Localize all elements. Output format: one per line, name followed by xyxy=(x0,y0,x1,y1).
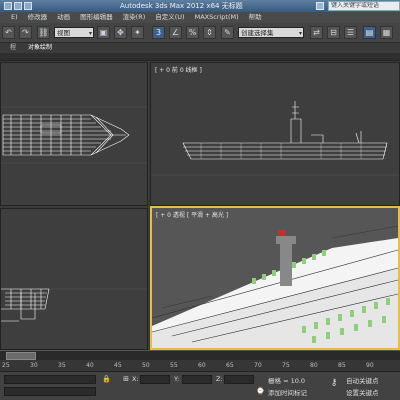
timeline-tick: 90 xyxy=(366,362,374,369)
select-link-icon[interactable]: ⛓ xyxy=(37,26,50,39)
timeline-tick: 60 xyxy=(198,362,206,369)
y-coordinate-field[interactable] xyxy=(182,375,212,384)
snap-dimension-label: 3 xyxy=(155,28,162,37)
select-move-icon[interactable]: ✥ xyxy=(114,26,127,39)
new-file-icon[interactable] xyxy=(4,2,12,10)
main-toolbar: ↶ ↷ ⛓ 视图 ▾ ▣ ✥ ✦ 3 ∠ % ⇕ ✎ 创建选择集 ▾ ⇄ ⊟ ☰ ▤… xyxy=(0,23,400,43)
align-icon[interactable]: ⊟ xyxy=(327,26,340,39)
tab-object-paint[interactable]: 对象绘制 xyxy=(22,43,58,53)
time-tag-icon[interactable]: ⌚ xyxy=(256,387,265,395)
status-bar: 🔒 ⊞ X: Y: Z: 栅格 = 10.0 ⚷ 自动关键点 ⌚ 添加时间标记 … xyxy=(0,371,400,400)
timeline-tick: 35 xyxy=(58,362,66,369)
chevron-down-icon: ▾ xyxy=(298,30,302,37)
timeline-tick: 50 xyxy=(142,362,150,369)
grid-size-label: 栅格 = 10.0 xyxy=(268,377,306,385)
undo-icon[interactable]: ↶ xyxy=(2,26,15,39)
redo-icon[interactable]: ↷ xyxy=(19,26,32,39)
menu-item-help[interactable]: 帮助 xyxy=(244,12,267,23)
z-coordinate-label: Z: xyxy=(216,375,223,383)
set-key-button[interactable]: 设置关键点 xyxy=(346,387,379,397)
left-view-ship-wireframe xyxy=(1,288,147,322)
ribbon-tabs: 程 对象绘制 xyxy=(0,43,400,53)
x-coordinate-label: X: xyxy=(132,375,139,383)
add-time-tag-button[interactable]: 添加时间标记 xyxy=(268,387,307,397)
window-title: Autodesk 3ds Max 2012 x64 无标题 xyxy=(120,2,243,10)
timeline-tick: 30 xyxy=(30,362,38,369)
timeline-tick: 65 xyxy=(226,362,234,369)
viewport-label-front[interactable]: [ + 0 前 0 线框 ] xyxy=(155,65,202,74)
timeline-tick: 25 xyxy=(2,362,10,369)
render-frame-icon[interactable]: ▦ xyxy=(380,26,393,39)
time-slider-handle[interactable] xyxy=(6,352,36,360)
perspective-ship-render xyxy=(152,225,398,348)
angle-snap-icon[interactable]: ∠ xyxy=(169,26,182,39)
menu-item-maxscript[interactable]: MAXScript(M) xyxy=(190,12,244,23)
reference-coordinate-dropdown[interactable]: 视图 ▾ xyxy=(54,27,94,38)
3dsmax-window: Autodesk 3ds Max 2012 x64 无标题 键入关键字或短语 E… xyxy=(0,0,400,400)
top-view-ship-wireframe xyxy=(1,106,147,164)
pivot-center-icon[interactable]: ▣ xyxy=(97,26,110,39)
viewport-top[interactable] xyxy=(0,62,148,206)
chevron-down-icon: ▾ xyxy=(88,30,92,37)
z-coordinate-field[interactable] xyxy=(224,375,254,384)
spinner-snap-icon[interactable]: ⇕ xyxy=(203,26,216,39)
track-bar[interactable]: 25 30 35 40 45 50 55 60 65 70 75 80 85 9… xyxy=(0,360,400,371)
lock-icon[interactable]: 🔒 xyxy=(102,375,111,383)
viewport-perspective[interactable]: [ + 0 透视 [ 平滑 + 高光 ] xyxy=(150,206,400,350)
time-slider[interactable] xyxy=(0,350,400,360)
timeline-tick: 75 xyxy=(282,362,290,369)
reference-coordinate-value: 视图 xyxy=(57,29,70,37)
timeline-tick: 40 xyxy=(86,362,94,369)
timeline-tick: 55 xyxy=(170,362,178,369)
timeline-tick: 70 xyxy=(254,362,262,369)
auto-key-button[interactable]: 自动关键点 xyxy=(346,375,379,385)
menu-item-animation[interactable]: 动画 xyxy=(52,12,75,23)
menu-item-customize[interactable]: 自定义(U) xyxy=(150,12,189,23)
x-coordinate-field[interactable] xyxy=(140,375,170,384)
menu-bar: E) 修改器 动画 图形编辑器 渲染(R) 自定义(U) MAXScript(M… xyxy=(0,12,400,23)
mirror-icon[interactable]: ⇄ xyxy=(310,26,323,39)
absolute-mode-icon[interactable]: ⊞ xyxy=(122,375,130,383)
open-file-icon[interactable] xyxy=(14,2,22,10)
timeline-tick: 85 xyxy=(338,362,346,369)
render-setup-icon[interactable]: ▤ xyxy=(363,26,376,39)
maxscript-listener-field[interactable] xyxy=(4,375,96,384)
menu-item-modifiers[interactable]: 修改器 xyxy=(23,12,53,23)
tab-graphite[interactable]: 程 xyxy=(4,43,22,53)
timeline-tick: 45 xyxy=(114,362,122,369)
search-input[interactable]: 键入关键字或短语 xyxy=(328,1,400,11)
named-selection-set-value: 创建选择集 xyxy=(241,29,274,37)
prompt-line-field xyxy=(4,387,96,396)
percent-snap-icon[interactable]: % xyxy=(186,26,199,39)
title-bar: Autodesk 3ds Max 2012 x64 无标题 键入关键字或短语 xyxy=(0,0,400,12)
menu-item-graph-editors[interactable]: 图形编辑器 xyxy=(75,12,118,23)
quick-access-toolbar xyxy=(4,2,32,10)
snaps-toggle-icon[interactable]: 3 xyxy=(152,26,165,39)
timeline-tick: 80 xyxy=(310,362,318,369)
viewport-front[interactable]: [ + 0 前 0 线框 ] xyxy=(150,62,400,206)
info-icon[interactable] xyxy=(316,2,324,10)
ribbon-panel xyxy=(0,53,400,61)
key-icon[interactable]: ⚷ xyxy=(330,379,338,388)
viewport-left[interactable] xyxy=(0,208,148,350)
manipulate-icon[interactable]: ✦ xyxy=(131,26,144,39)
menu-item-edit[interactable]: E) xyxy=(6,12,23,23)
menu-item-rendering[interactable]: 渲染(R) xyxy=(118,12,151,23)
viewport-label-perspective[interactable]: [ + 0 透视 [ 平滑 + 高光 ] xyxy=(156,210,228,219)
y-coordinate-label: Y: xyxy=(174,375,180,383)
named-selection-set-dropdown[interactable]: 创建选择集 ▾ xyxy=(238,27,304,38)
save-file-icon[interactable] xyxy=(24,2,32,10)
edit-named-selection-icon[interactable]: ✎ xyxy=(221,26,234,39)
layer-manager-icon[interactable]: ☰ xyxy=(344,26,357,39)
front-view-ship-wireframe xyxy=(151,101,399,176)
